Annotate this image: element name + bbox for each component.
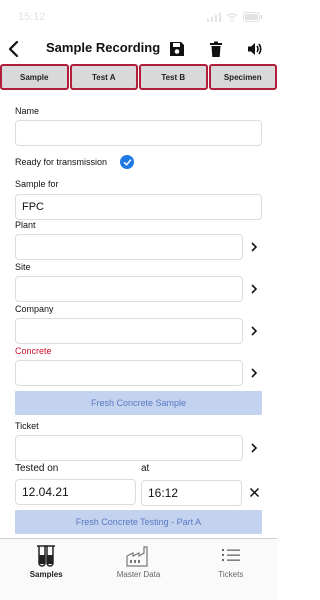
save-icon[interactable] [168, 40, 186, 58]
name-field[interactable] [15, 120, 262, 146]
site-field[interactable] [15, 276, 243, 302]
site-chevron-icon[interactable] [249, 283, 259, 295]
concrete-label: Concrete [15, 346, 52, 356]
nav-tickets-label: Tickets [218, 570, 244, 579]
tested-on-label: Tested on [15, 463, 59, 474]
nav-samples[interactable]: Samples [0, 539, 92, 600]
tested-at-time-field[interactable]: 16:12 [141, 480, 242, 506]
nav-master-data[interactable]: Master Data [92, 539, 184, 600]
list-icon [221, 549, 240, 561]
sample-for-label: Sample for [15, 179, 59, 189]
ticket-chevron-icon[interactable] [249, 442, 259, 454]
company-chevron-icon[interactable] [249, 325, 259, 337]
speaker-icon[interactable] [246, 40, 264, 58]
tested-on-date-field[interactable]: 12.04.21 [15, 479, 136, 505]
status-bar: 15:12 [0, 0, 277, 34]
fresh-concrete-testing-button[interactable]: Fresh Concrete Testing - Part A [15, 510, 262, 534]
tab-test-a[interactable]: Test A [69, 64, 138, 90]
concrete-field[interactable] [15, 360, 243, 386]
nav-master-data-label: Master Data [116, 570, 161, 579]
page-title: Sample Recording [46, 40, 161, 55]
name-label: Name [15, 106, 40, 116]
tab-test-b[interactable]: Test B [139, 64, 208, 90]
status-time: 15:12 [18, 11, 46, 23]
nav-samples-label: Samples [29, 570, 63, 579]
wifi-icon [226, 12, 238, 22]
clear-icon[interactable] [249, 487, 260, 498]
site-label: Site [15, 262, 31, 272]
nav-bar: Sample Recording [0, 34, 277, 64]
back-arrow-icon[interactable] [5, 38, 23, 60]
tab-bar: Sample Test A Test B Specimen [0, 64, 277, 92]
concrete-chevron-icon[interactable] [249, 367, 259, 379]
tab-specimen[interactable]: Specimen [208, 64, 277, 90]
test-tubes-icon [37, 545, 56, 567]
bottom-nav: Samples Master Data Tickets [0, 538, 277, 600]
ticket-field[interactable] [15, 435, 243, 461]
factory-icon [126, 546, 149, 567]
ready-label: Ready for transmission [15, 157, 108, 167]
tab-sample[interactable]: Sample [0, 64, 69, 90]
plant-label: Plant [15, 220, 36, 230]
status-icons [207, 12, 263, 22]
fresh-concrete-sample-button[interactable]: Fresh Concrete Sample [15, 391, 262, 415]
checkmark-icon [123, 158, 131, 166]
sample-for-field[interactable]: FPC [15, 194, 262, 220]
company-field[interactable] [15, 318, 243, 344]
signal-icon [207, 12, 221, 22]
battery-icon [243, 12, 263, 22]
at-label: at [141, 463, 150, 474]
trash-icon[interactable] [207, 40, 225, 58]
ready-checkbox[interactable] [120, 155, 134, 169]
plant-field[interactable] [15, 234, 243, 260]
company-label: Company [15, 304, 54, 314]
nav-tickets[interactable]: Tickets [185, 539, 277, 600]
plant-chevron-icon[interactable] [249, 241, 259, 253]
ticket-label: Ticket [15, 421, 39, 431]
